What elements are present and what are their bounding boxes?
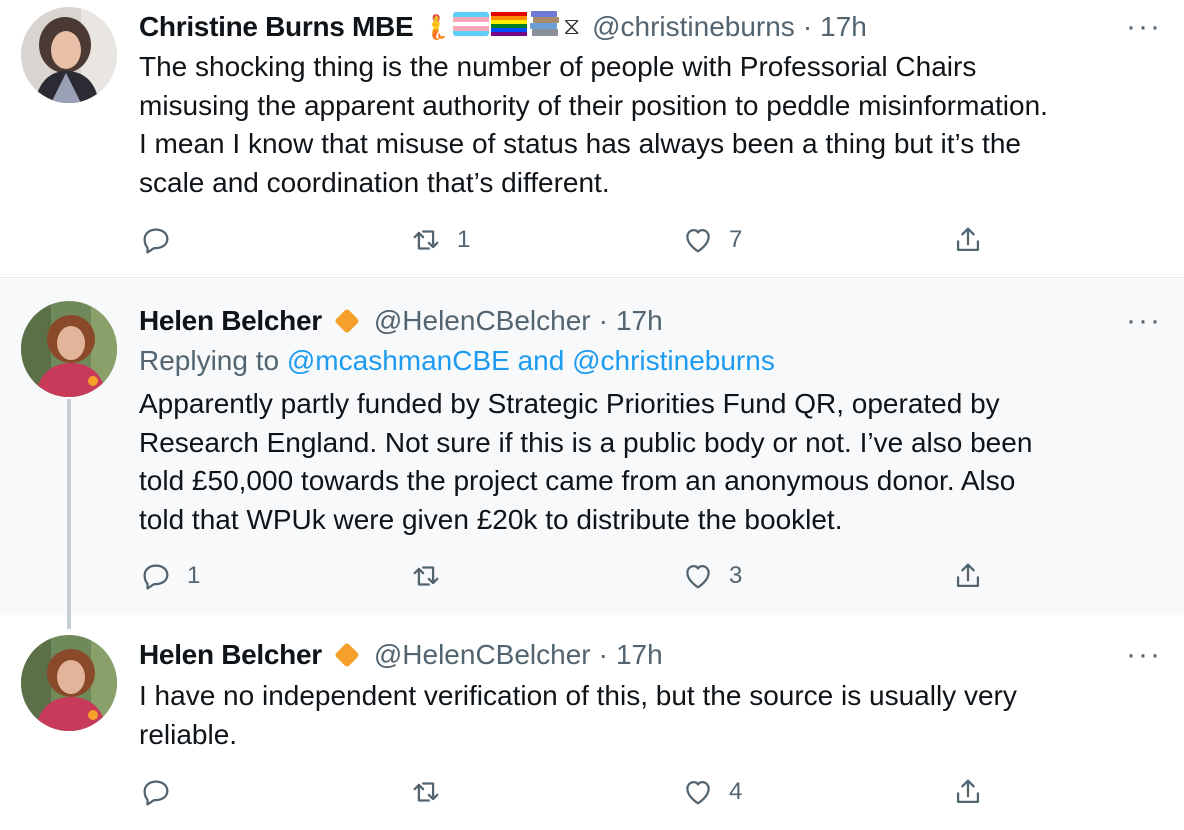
rainbow-flag-icon <box>491 10 528 45</box>
retweet-count: 1 <box>457 226 471 253</box>
mention-link[interactable]: @mcashmanCBE <box>287 345 510 376</box>
reply-count: 1 <box>187 562 201 589</box>
more-options-button[interactable]: ··· <box>1124 638 1164 671</box>
share-icon <box>956 227 980 252</box>
tweet-text: The shocking thing is the number of peop… <box>139 51 1048 198</box>
author-name[interactable]: Helen Belcher <box>139 639 322 671</box>
share-icon <box>956 563 980 588</box>
like-count: 3 <box>729 562 743 589</box>
tweet-timestamp[interactable]: 17h <box>616 639 663 671</box>
avatar[interactable] <box>21 7 117 103</box>
retweet-button[interactable] <box>409 772 457 812</box>
more-options-button[interactable]: ··· <box>1124 304 1164 337</box>
tweet-helen-1[interactable]: Helen Belcher @HelenCBelcher · 17h ··· R… <box>0 279 1184 615</box>
author-name[interactable]: Helen Belcher <box>139 305 322 337</box>
like-count: 7 <box>729 226 743 253</box>
share-button[interactable] <box>951 220 985 260</box>
reply-icon <box>143 564 169 590</box>
replying-and: and <box>517 345 565 376</box>
separator-dot: · <box>598 305 608 336</box>
share-button[interactable] <box>951 556 985 596</box>
separator-dot: · <box>598 639 608 670</box>
heart-icon <box>686 228 710 253</box>
author-handle[interactable]: @HelenCBelcher <box>374 305 591 337</box>
reply-icon <box>143 228 169 254</box>
more-options-button[interactable]: ··· <box>1124 10 1164 43</box>
reply-icon <box>143 780 169 806</box>
hourglass-icon: ⧖ <box>563 13 581 40</box>
tweet-actions: 1 7 <box>139 220 999 260</box>
heart-icon <box>686 780 710 805</box>
like-button[interactable]: 7 <box>681 220 742 260</box>
retweet-icon <box>413 230 439 250</box>
diamond-badge-icon <box>335 309 359 333</box>
tweet-timestamp[interactable]: 17h <box>820 11 867 43</box>
avatar[interactable] <box>21 301 117 397</box>
thread-line <box>67 615 71 629</box>
like-button[interactable]: 3 <box>681 556 742 596</box>
avatar[interactable] <box>21 635 117 731</box>
replying-prefix: Replying to <box>139 345 280 376</box>
like-button[interactable]: 4 <box>681 772 742 812</box>
reply-button[interactable] <box>139 772 187 812</box>
mention-link[interactable]: @christineburns <box>572 345 775 376</box>
share-button[interactable] <box>951 772 985 812</box>
author-handle[interactable]: @christineburns <box>592 11 795 43</box>
retweet-icon <box>413 566 439 586</box>
reply-button[interactable] <box>139 220 187 260</box>
like-count: 4 <box>729 778 743 805</box>
tweet-timestamp[interactable]: 17h <box>616 305 663 337</box>
author-handle[interactable]: @HelenCBelcher <box>374 639 591 671</box>
tweet-actions: 4 <box>139 772 999 812</box>
heart-icon <box>686 564 710 589</box>
name-emojis: 🧜 ⧖ <box>421 9 580 46</box>
books-icon <box>529 9 561 46</box>
trans-flag-icon <box>453 10 490 45</box>
thread-line <box>67 399 71 615</box>
retweet-button[interactable] <box>409 556 457 596</box>
replying-to: Replying to @mcashmanCBE and @christineb… <box>139 345 775 377</box>
tweet-text: I have no independent verification of th… <box>139 680 1017 750</box>
tweet-actions: 1 3 <box>139 556 999 596</box>
author-name[interactable]: Christine Burns MBE <box>139 11 414 43</box>
separator-dot: · <box>802 11 813 42</box>
share-icon <box>956 779 980 804</box>
tweet-christine[interactable]: Christine Burns MBE 🧜 ⧖ @christineburns … <box>0 0 1184 278</box>
mermaid-icon: 🧜 <box>421 13 452 41</box>
tweet-text: Apparently partly funded by Strategic Pr… <box>139 388 1033 535</box>
diamond-badge-icon <box>335 643 359 667</box>
reply-button[interactable]: 1 <box>139 556 200 596</box>
retweet-button[interactable]: 1 <box>409 220 470 260</box>
tweet-helen-2[interactable]: Helen Belcher @HelenCBelcher · 17h ··· I… <box>0 615 1184 830</box>
retweet-icon <box>413 782 439 802</box>
